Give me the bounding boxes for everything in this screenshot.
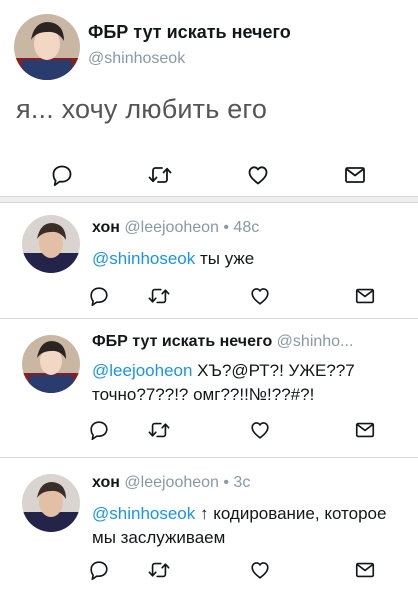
retweet-button[interactable]: [145, 160, 175, 190]
reply-tweet[interactable]: хон @leejooheon • 48с @shinhoseok ты уже: [0, 203, 418, 317]
avatar-image: [22, 215, 80, 273]
author-meta: @leejooheon • 3с: [124, 474, 251, 491]
author-name[interactable]: хон: [92, 219, 120, 236]
like-icon: [251, 562, 269, 579]
like-icon: [251, 288, 269, 305]
avatar[interactable]: [22, 335, 80, 393]
author-meta: @shinho...: [276, 333, 354, 350]
tweet-actions: [0, 160, 418, 190]
author-name[interactable]: ФБР тут искать нечего: [92, 333, 272, 350]
retweet-button[interactable]: [144, 415, 174, 445]
reply-button[interactable]: [84, 555, 114, 585]
retweet-icon: [148, 422, 170, 438]
author-handle[interactable]: @shinhoseok: [88, 50, 185, 68]
retweet-icon: [148, 288, 170, 304]
tweet-text: @shinhoseok ↑ кодирование, которое мы за…: [92, 502, 412, 550]
tweet-text: @leejooheon ХЪ?@РТ?! УЖЕ??7 точно?7??!? …: [92, 359, 412, 407]
avatar-image: [22, 335, 80, 393]
reply-icon: [52, 165, 72, 186]
author-meta: @leejooheon • 48с: [124, 219, 260, 236]
retweet-icon: [148, 167, 172, 183]
tweet-text-content: ты уже: [195, 249, 255, 268]
reply-tweet[interactable]: ФБР тут искать нечего @shinho... @leejoo…: [0, 319, 418, 456]
mention-link[interactable]: @shinhoseok: [92, 249, 195, 268]
message-button[interactable]: [350, 415, 380, 445]
like-button[interactable]: [245, 415, 275, 445]
avatar[interactable]: [22, 474, 80, 532]
like-button[interactable]: [245, 555, 275, 585]
retweet-icon: [148, 562, 170, 578]
reply-tweet[interactable]: хон @leejooheon • 3с @shinhoseok ↑ кодир…: [0, 458, 418, 604]
retweet-button[interactable]: [144, 555, 174, 585]
reply-button[interactable]: [84, 281, 114, 311]
retweet-button[interactable]: [144, 281, 174, 311]
message-button[interactable]: [350, 555, 380, 585]
message-button[interactable]: [350, 281, 380, 311]
tweet-text: @shinhoseok ты уже: [92, 247, 412, 271]
like-icon: [251, 422, 269, 439]
message-icon: [355, 422, 375, 438]
message-icon: [355, 562, 375, 578]
author-name[interactable]: ФБР тут искать нечего: [88, 22, 291, 43]
tweet-actions: [0, 555, 418, 585]
message-icon: [355, 288, 375, 304]
avatar-image: [14, 14, 80, 80]
message-icon: [345, 167, 365, 183]
tweet-actions: [0, 415, 418, 445]
avatar[interactable]: [14, 14, 80, 80]
avatar[interactable]: [22, 215, 80, 273]
like-button[interactable]: [243, 160, 273, 190]
avatar-image: [22, 474, 80, 532]
main-tweet: ФБР тут искать нечего @shinhoseok я... х…: [0, 0, 418, 196]
reply-icon: [90, 421, 108, 441]
reply-icon: [90, 287, 108, 307]
reply-icon: [90, 561, 108, 581]
message-button[interactable]: [340, 160, 370, 190]
reply-header: хон @leejooheon • 48с: [92, 219, 259, 237]
tweet-actions: [0, 281, 418, 311]
mention-link[interactable]: @shinhoseok: [92, 504, 195, 523]
like-icon: [248, 166, 268, 185]
tweet-text: я... хочу любить его: [16, 94, 268, 124]
author-name[interactable]: хон: [92, 474, 120, 491]
reply-button[interactable]: [47, 160, 77, 190]
like-button[interactable]: [245, 281, 275, 311]
reply-button[interactable]: [84, 415, 114, 445]
reply-header: хон @leejooheon • 3с: [92, 474, 250, 492]
mention-link[interactable]: @leejooheon: [92, 361, 192, 380]
reply-header: ФБР тут искать нечего @shinho...: [92, 333, 353, 351]
